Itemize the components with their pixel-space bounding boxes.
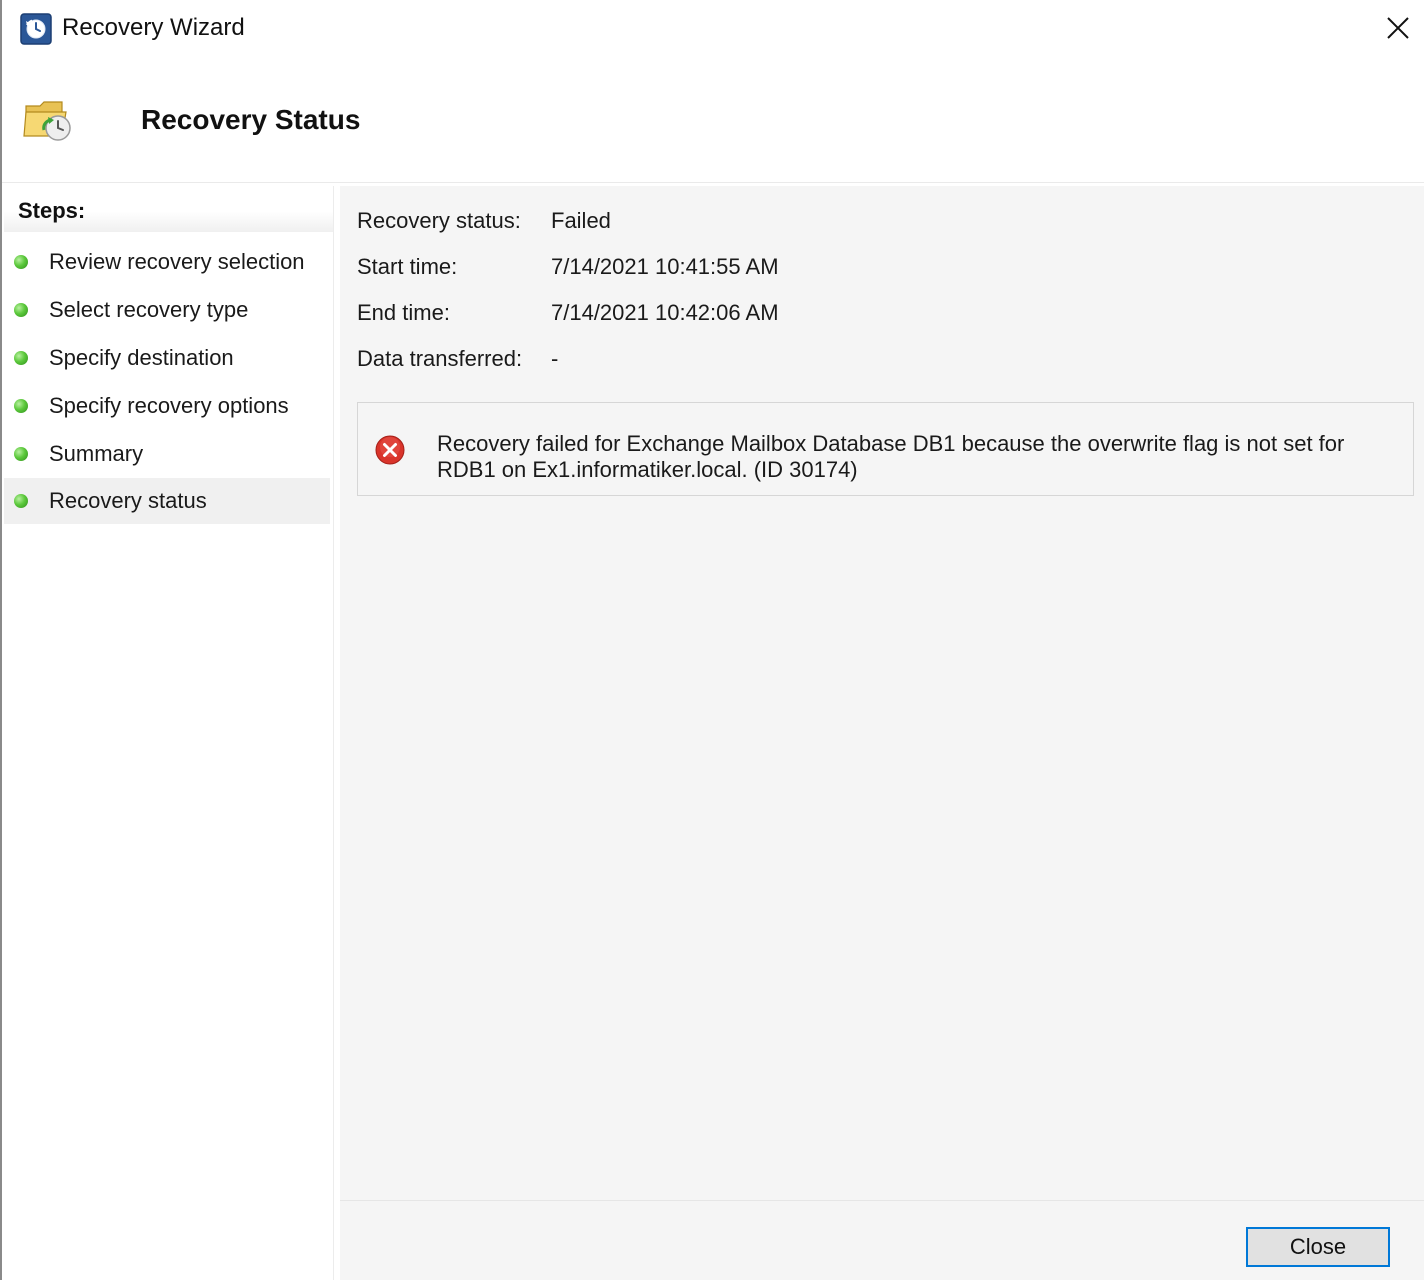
page-title: Recovery Status: [141, 104, 361, 135]
step-label: Select recovery type: [49, 297, 249, 322]
folder-recovery-icon: [22, 92, 78, 146]
step-complete-icon: [14, 447, 28, 461]
step-complete-icon: [14, 494, 28, 508]
step-complete-icon: [14, 255, 28, 269]
steps-heading-bar: Steps:: [4, 186, 333, 232]
close-icon[interactable]: [1378, 8, 1418, 48]
start-time-value: 7/14/2021 10:41:55 AM: [551, 254, 779, 279]
wizard-footer: Close: [340, 1200, 1424, 1280]
step-summary: Summary: [4, 431, 330, 477]
recovery-wizard-window: Recovery Wizard Recovery Status Steps: R…: [0, 0, 1424, 1280]
data-transferred-label: Data transferred:: [357, 346, 523, 371]
error-message-box: Recovery failed for Exchange Mailbox Dat…: [357, 402, 1414, 496]
steps-heading: Steps:: [18, 198, 86, 223]
data-transferred-value: -: [551, 346, 559, 371]
steps-panel: Steps: Review recovery selection Select …: [4, 186, 334, 1280]
step-complete-icon: [14, 351, 28, 365]
step-complete-icon: [14, 399, 28, 413]
step-label: Specify destination: [49, 345, 234, 370]
step-complete-icon: [14, 303, 28, 317]
step-label: Specify recovery options: [49, 393, 289, 418]
step-select-recovery-type: Select recovery type: [4, 287, 330, 333]
error-icon: [375, 435, 405, 465]
close-button[interactable]: Close: [1246, 1227, 1390, 1267]
recovery-status-value: Failed: [551, 208, 611, 233]
step-label: Summary: [49, 441, 144, 466]
step-recovery-status: Recovery status: [4, 478, 330, 524]
status-panel: Recovery status: Failed Start time: 7/14…: [340, 186, 1424, 1200]
recovery-status-label: Recovery status:: [357, 208, 521, 233]
step-label: Review recovery selection: [49, 249, 305, 274]
wizard-header: Recovery Status: [2, 58, 1424, 183]
title-bar: Recovery Wizard: [2, 0, 1424, 58]
end-time-value: 7/14/2021 10:42:06 AM: [551, 300, 779, 325]
end-time-label: End time:: [357, 300, 450, 325]
backup-clock-icon: [20, 13, 52, 45]
start-time-label: Start time:: [357, 254, 458, 279]
step-specify-recovery-options: Specify recovery options: [4, 383, 330, 429]
window-title: Recovery Wizard: [62, 14, 245, 41]
step-label: Recovery status: [49, 488, 207, 513]
step-specify-destination: Specify destination: [4, 335, 330, 381]
error-message: Recovery failed for Exchange Mailbox Dat…: [437, 431, 1345, 482]
step-review-recovery-selection: Review recovery selection: [4, 239, 330, 285]
